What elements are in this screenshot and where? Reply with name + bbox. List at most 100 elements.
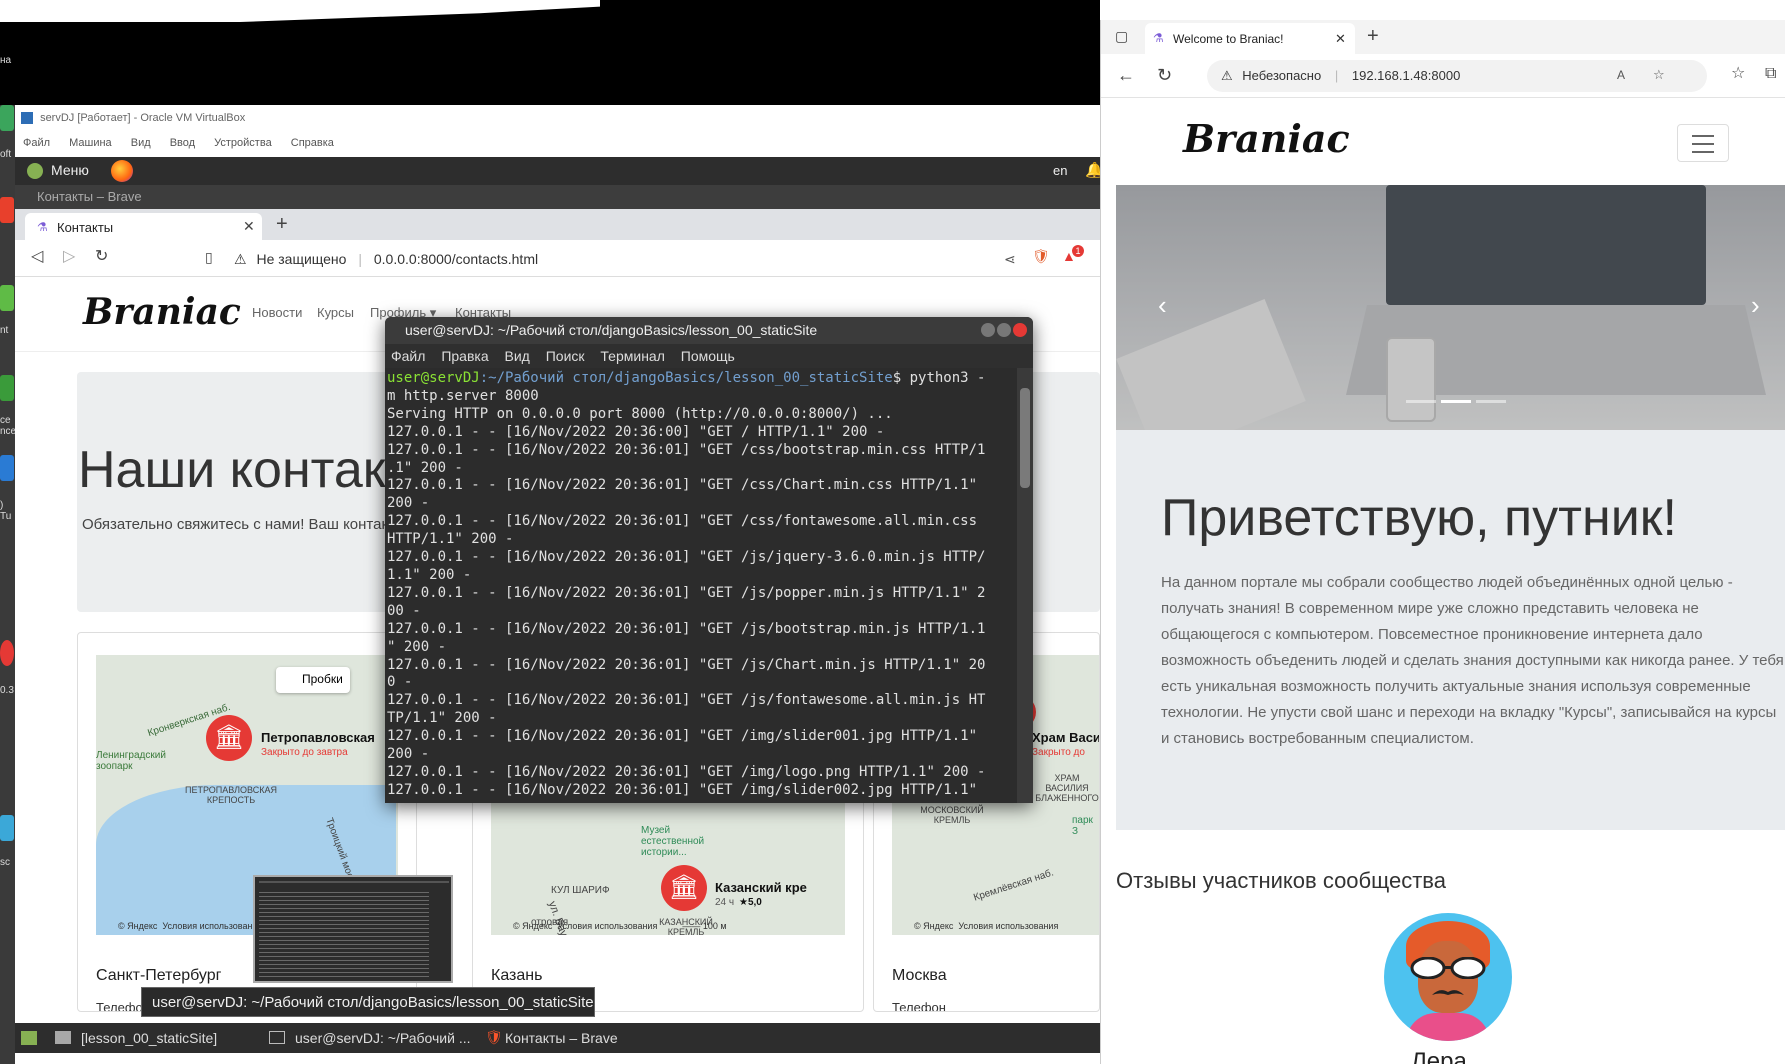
taskbar-item-files[interactable]: [lesson_00_staticSite] xyxy=(81,1030,217,1046)
taskbar-item-terminal[interactable]: user@servDJ: ~/Рабочий ... xyxy=(295,1030,471,1046)
welcome-text: На данном портале мы собрали сообщество … xyxy=(1161,574,1784,747)
welcome-jumbotron: Приветствую, путник! На данном портале м… xyxy=(1116,430,1785,830)
keyboard-layout-indicator[interactable]: en xyxy=(1053,163,1067,178)
host-app-icon[interactable] xyxy=(0,197,14,223)
share-icon[interactable]: ⋖ xyxy=(1004,251,1016,268)
brave-shield-icon[interactable]: 🛡 xyxy=(1032,249,1050,263)
brave-icon: 🛡 xyxy=(485,1029,503,1045)
terminal-line: 127.0.0.1 - - [16/Nov/2022 20:36:01] "GE… xyxy=(387,441,986,458)
new-tab-icon[interactable]: + xyxy=(1367,26,1379,46)
term-menu-terminal[interactable]: Терминал xyxy=(600,348,664,364)
read-aloud-icon[interactable]: A xyxy=(1617,68,1625,82)
guest-taskbar: [lesson_00_staticSite] user@servDJ: ~/Ра… xyxy=(15,1023,1100,1053)
braniac-logo[interactable]: Braniac xyxy=(83,291,241,333)
carousel-prev-icon[interactable]: ‹ xyxy=(1158,290,1167,321)
term-menu-view[interactable]: Вид xyxy=(505,348,530,364)
host-app-icon[interactable] xyxy=(0,640,14,666)
taskbar-tooltip: user@servDJ: ~/Рабочий стол/djangoBasics… xyxy=(141,987,595,1017)
warning-icon: ⚠ xyxy=(234,251,247,267)
carousel-indicator-active[interactable] xyxy=(1441,400,1471,403)
bookmark-icon[interactable]: ▯ xyxy=(205,250,213,264)
new-tab-icon[interactable]: + xyxy=(276,213,288,236)
virtualbox-icon xyxy=(21,112,33,125)
terminal-line: 127.0.0.1 - - [16/Nov/2022 20:36:01] "GE… xyxy=(387,781,978,798)
map-place-status: Закрыто до xyxy=(1032,747,1085,758)
edge-tab-welcome[interactable]: ⚗ Welcome to Braniac! ✕ xyxy=(1145,23,1355,54)
minimize-icon[interactable] xyxy=(981,323,995,337)
firefox-icon[interactable] xyxy=(111,160,133,182)
terminal-prompt-user: user@servDJ xyxy=(387,370,480,386)
nav-courses[interactable]: Курсы xyxy=(317,305,354,320)
host-app-icon[interactable] xyxy=(0,455,14,481)
vbox-menu-file[interactable]: Файл xyxy=(23,137,50,149)
flask-favicon-icon: ⚗ xyxy=(37,220,48,234)
terminal-scrollbar[interactable] xyxy=(1017,368,1033,803)
show-desktop-icon[interactable] xyxy=(21,1031,37,1045)
map-pin-icon[interactable]: 🏛 xyxy=(661,865,707,911)
terminal-line: Serving HTTP on 0.0.0.0 port 8000 (http:… xyxy=(387,405,893,422)
terminal-line: 127.0.0.1 - - [16/Nov/2022 20:36:01] "GE… xyxy=(387,584,986,601)
favorites-icon[interactable]: ☆ xyxy=(1731,66,1745,82)
forward-icon[interactable]: ▷ xyxy=(63,249,75,265)
carousel-indicator[interactable] xyxy=(1476,400,1506,403)
nav-news[interactable]: Новости xyxy=(252,305,302,320)
collections-icon[interactable]: ⧉ xyxy=(1765,66,1776,82)
terminal-window[interactable]: user@servDJ: ~/Рабочий стол/djangoBasics… xyxy=(385,317,1033,803)
terminal-output[interactable]: user@servDJ:~/Рабочий стол/djangoBasics/… xyxy=(385,368,1017,803)
map-city-name: Санкт-Петербург xyxy=(96,967,222,984)
rewards-badge: 1 xyxy=(1072,245,1084,257)
reload-icon[interactable]: ↻ xyxy=(1157,66,1172,84)
navbar-toggler-button[interactable] xyxy=(1677,124,1729,162)
close-tab-icon[interactable]: ✕ xyxy=(243,218,255,235)
terminal-line: 00 - xyxy=(387,602,421,619)
term-menu-edit[interactable]: Правка xyxy=(441,348,488,364)
term-menu-help[interactable]: Помощь xyxy=(681,348,735,364)
brave-tab-contacts[interactable]: ⚗ Контакты ✕ xyxy=(25,213,262,240)
close-icon[interactable] xyxy=(1013,323,1027,337)
terminal-title-bar[interactable]: user@servDJ: ~/Рабочий стол/djangoBasics… xyxy=(385,317,1033,344)
favorite-star-icon[interactable]: ☆ xyxy=(1653,67,1665,83)
reload-icon[interactable]: ↻ xyxy=(95,249,108,265)
maximize-icon[interactable] xyxy=(997,323,1011,337)
carousel-next-icon[interactable]: › xyxy=(1751,290,1760,321)
vbox-menu-help[interactable]: Справка xyxy=(291,137,334,149)
host-app-icon[interactable] xyxy=(0,815,14,841)
host-app-icon[interactable] xyxy=(0,285,14,311)
taskbar-item-brave[interactable]: Контакты – Brave xyxy=(505,1030,618,1046)
term-menu-search[interactable]: Поиск xyxy=(546,348,585,364)
vbox-menu-input[interactable]: Ввод xyxy=(170,137,195,149)
host-app-icon[interactable] xyxy=(0,375,14,401)
virtualbox-title: servDJ [Работает] - Oracle VM VirtualBox xyxy=(40,112,246,124)
welcome-title: Приветствую, путник! xyxy=(1161,489,1677,547)
edge-address-bar[interactable]: ⚠ Небезопасно | 192.168.1.48:8000 A ☆ xyxy=(1207,60,1707,92)
tab-actions-icon[interactable]: ▢ xyxy=(1115,29,1128,43)
vbox-menu-devices[interactable]: Устройства xyxy=(214,137,272,149)
carousel-indicator[interactable] xyxy=(1406,400,1436,403)
terminal-title: user@servDJ: ~/Рабочий стол/djangoBasics… xyxy=(405,322,818,338)
vbox-menu-view[interactable]: Вид xyxy=(131,137,151,149)
back-icon[interactable]: ◁ xyxy=(31,249,43,265)
terminal-window-preview[interactable] xyxy=(253,875,453,983)
host-strip-label: ce nce xyxy=(0,415,15,437)
edge-security-label: Небезопасно xyxy=(1242,68,1322,83)
map-city-name: Казань xyxy=(491,967,543,984)
vbox-menu-machine[interactable]: Машина xyxy=(69,137,112,149)
virtualbox-title-bar: servDJ [Работает] - Oracle VM VirtualBox xyxy=(15,108,1100,131)
brave-address-bar[interactable]: ⚠ Не защищено | 0.0.0.0:8000/contacts.ht… xyxy=(224,246,1024,273)
host-strip-label: nt xyxy=(0,325,9,336)
back-icon[interactable]: ← xyxy=(1117,66,1135,84)
braniac-logo[interactable]: Braniac xyxy=(1183,116,1350,161)
term-menu-file[interactable]: Файл xyxy=(391,348,425,364)
avatar-body xyxy=(1406,1013,1490,1041)
traffic-button[interactable]: Пробки xyxy=(276,667,350,693)
map-pin-icon[interactable]: 🏛 xyxy=(206,715,252,761)
hero-carousel[interactable]: ‹ › xyxy=(1116,185,1785,430)
close-tab-icon[interactable]: ✕ xyxy=(1335,31,1346,47)
terminal-line: 127.0.0.1 - - [16/Nov/2022 20:36:01] "GE… xyxy=(387,513,978,530)
terminal-scroll-thumb[interactable] xyxy=(1020,388,1030,488)
host-app-icon[interactable] xyxy=(0,105,14,131)
host-strip-label: ) Tu xyxy=(0,500,12,522)
guest-menu-button[interactable]: Меню xyxy=(51,162,89,178)
host-strip-label: oft xyxy=(0,149,12,160)
terminal-line: " 200 - xyxy=(387,638,447,655)
